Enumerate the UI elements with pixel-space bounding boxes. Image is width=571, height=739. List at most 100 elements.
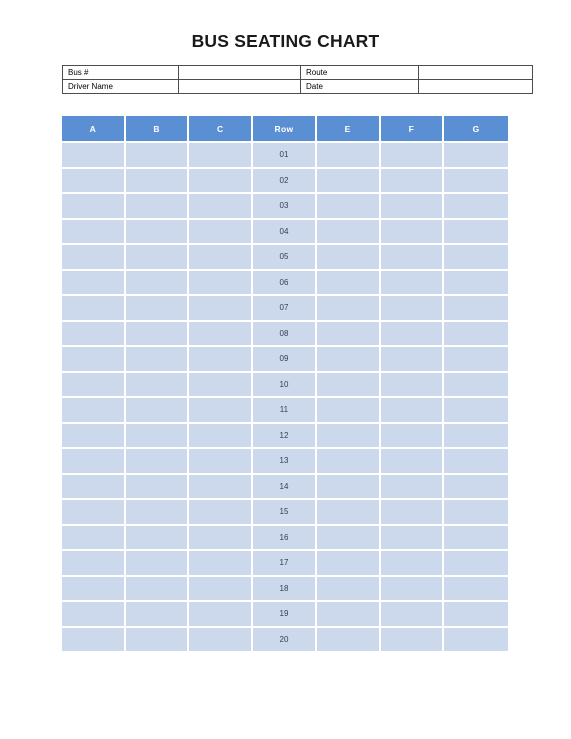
seat-cell-b19[interactable] (125, 602, 190, 628)
seat-cell-f11[interactable] (380, 398, 445, 424)
seat-cell-c16[interactable] (189, 525, 254, 551)
seat-cell-b15[interactable] (125, 500, 190, 526)
seat-cell-g15[interactable] (444, 500, 508, 526)
seat-cell-a07[interactable] (62, 296, 126, 322)
seat-cell-f12[interactable] (380, 423, 445, 449)
seat-cell-f17[interactable] (380, 551, 445, 577)
seat-cell-e02[interactable] (316, 168, 381, 194)
seat-cell-g04[interactable] (444, 219, 508, 245)
seat-cell-a14[interactable] (62, 474, 126, 500)
seat-cell-c11[interactable] (189, 398, 254, 424)
seat-cell-b02[interactable] (125, 168, 190, 194)
seat-cell-e17[interactable] (316, 551, 381, 577)
seat-cell-c08[interactable] (189, 321, 254, 347)
seat-cell-a05[interactable] (62, 245, 126, 271)
seat-cell-c04[interactable] (189, 219, 254, 245)
seat-cell-g10[interactable] (444, 372, 508, 398)
seat-cell-f06[interactable] (380, 270, 445, 296)
seat-cell-e08[interactable] (316, 321, 381, 347)
seat-cell-g17[interactable] (444, 551, 508, 577)
seat-cell-e05[interactable] (316, 245, 381, 271)
seat-cell-f04[interactable] (380, 219, 445, 245)
seat-cell-g05[interactable] (444, 245, 508, 271)
seat-cell-b11[interactable] (125, 398, 190, 424)
seat-cell-e07[interactable] (316, 296, 381, 322)
seat-cell-g18[interactable] (444, 576, 508, 602)
seat-cell-e01[interactable] (316, 143, 381, 169)
seat-cell-a04[interactable] (62, 219, 126, 245)
seat-cell-g12[interactable] (444, 423, 508, 449)
seat-cell-b03[interactable] (125, 194, 190, 220)
seat-cell-f03[interactable] (380, 194, 445, 220)
seat-cell-b14[interactable] (125, 474, 190, 500)
seat-cell-a10[interactable] (62, 372, 126, 398)
seat-cell-g02[interactable] (444, 168, 508, 194)
seat-cell-g20[interactable] (444, 627, 508, 651)
seat-cell-c01[interactable] (189, 143, 254, 169)
seat-cell-a01[interactable] (62, 143, 126, 169)
seat-cell-f13[interactable] (380, 449, 445, 475)
seat-cell-a08[interactable] (62, 321, 126, 347)
seat-cell-c17[interactable] (189, 551, 254, 577)
seat-cell-a13[interactable] (62, 449, 126, 475)
seat-cell-e12[interactable] (316, 423, 381, 449)
seat-cell-e04[interactable] (316, 219, 381, 245)
seat-cell-c13[interactable] (189, 449, 254, 475)
seat-cell-b18[interactable] (125, 576, 190, 602)
seat-cell-c20[interactable] (189, 627, 254, 651)
seat-cell-e11[interactable] (316, 398, 381, 424)
seat-cell-g13[interactable] (444, 449, 508, 475)
seat-cell-b07[interactable] (125, 296, 190, 322)
seat-cell-e14[interactable] (316, 474, 381, 500)
seat-cell-f20[interactable] (380, 627, 445, 651)
seat-cell-c03[interactable] (189, 194, 254, 220)
seat-cell-b04[interactable] (125, 219, 190, 245)
seat-cell-a06[interactable] (62, 270, 126, 296)
seat-cell-c12[interactable] (189, 423, 254, 449)
seat-cell-b17[interactable] (125, 551, 190, 577)
seat-cell-b12[interactable] (125, 423, 190, 449)
seat-cell-g07[interactable] (444, 296, 508, 322)
seat-cell-g03[interactable] (444, 194, 508, 220)
seat-cell-e20[interactable] (316, 627, 381, 651)
seat-cell-a03[interactable] (62, 194, 126, 220)
seat-cell-c06[interactable] (189, 270, 254, 296)
seat-cell-f16[interactable] (380, 525, 445, 551)
seat-cell-a02[interactable] (62, 168, 126, 194)
seat-cell-b10[interactable] (125, 372, 190, 398)
seat-cell-c19[interactable] (189, 602, 254, 628)
seat-cell-a11[interactable] (62, 398, 126, 424)
seat-cell-g14[interactable] (444, 474, 508, 500)
seat-cell-g08[interactable] (444, 321, 508, 347)
seat-cell-e13[interactable] (316, 449, 381, 475)
seat-cell-g06[interactable] (444, 270, 508, 296)
seat-cell-e15[interactable] (316, 500, 381, 526)
seat-cell-f19[interactable] (380, 602, 445, 628)
seat-cell-f18[interactable] (380, 576, 445, 602)
seat-cell-g11[interactable] (444, 398, 508, 424)
seat-cell-f01[interactable] (380, 143, 445, 169)
seat-cell-g01[interactable] (444, 143, 508, 169)
seat-cell-b08[interactable] (125, 321, 190, 347)
seat-cell-a20[interactable] (62, 627, 126, 651)
seat-cell-c15[interactable] (189, 500, 254, 526)
seat-cell-c02[interactable] (189, 168, 254, 194)
info-value-route[interactable] (418, 65, 533, 80)
seat-cell-f02[interactable] (380, 168, 445, 194)
seat-cell-a15[interactable] (62, 500, 126, 526)
seat-cell-f14[interactable] (380, 474, 445, 500)
seat-cell-f05[interactable] (380, 245, 445, 271)
seat-cell-b09[interactable] (125, 347, 190, 373)
seat-cell-f10[interactable] (380, 372, 445, 398)
seat-cell-e09[interactable] (316, 347, 381, 373)
seat-cell-a17[interactable] (62, 551, 126, 577)
seat-cell-c07[interactable] (189, 296, 254, 322)
seat-cell-b01[interactable] (125, 143, 190, 169)
seat-cell-a12[interactable] (62, 423, 126, 449)
seat-cell-b06[interactable] (125, 270, 190, 296)
seat-cell-f15[interactable] (380, 500, 445, 526)
seat-cell-a09[interactable] (62, 347, 126, 373)
seat-cell-e16[interactable] (316, 525, 381, 551)
seat-cell-b05[interactable] (125, 245, 190, 271)
seat-cell-c14[interactable] (189, 474, 254, 500)
